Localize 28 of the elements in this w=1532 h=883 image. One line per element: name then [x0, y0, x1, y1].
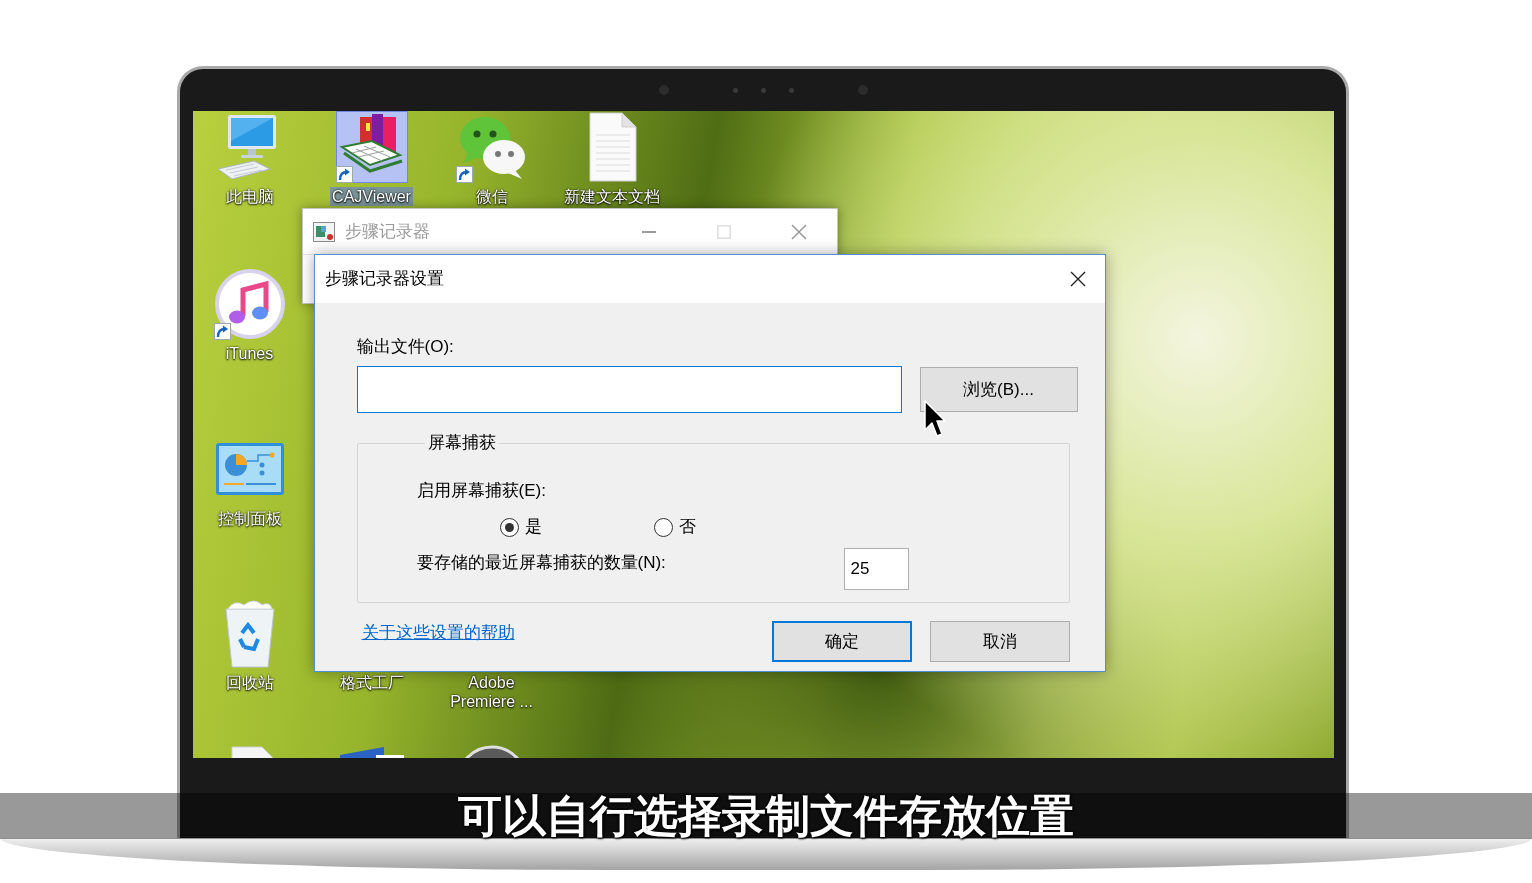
icon-label[interactable]: Adobe Premiere ... — [435, 673, 548, 711]
browse-button[interactable]: 浏览(B)... — [919, 367, 1078, 412]
count-field[interactable]: 25 — [843, 548, 909, 590]
icon-label[interactable]: 微信 — [473, 187, 510, 206]
icon-label[interactable]: 新建文本文档 — [561, 187, 662, 206]
option-label: 启用屏幕捕获(E): — [416, 480, 546, 502]
dialog-button[interactable]: 取消 — [929, 621, 1070, 662]
option-label: 要存储的最近屏幕捕获的数量(N): — [416, 553, 666, 572]
dialog-title: 步骤记录器设置 — [324, 268, 444, 291]
maximize-icon — [717, 224, 731, 239]
close-icon — [1069, 271, 1086, 287]
mouse-pointer-icon — [923, 400, 946, 438]
group-title: 屏幕捕获 — [426, 432, 497, 454]
output-file-field[interactable] — [356, 366, 902, 413]
books-icon[interactable] — [335, 111, 408, 183]
icon-label[interactable]: CAJViewer — [330, 187, 413, 206]
radio-option[interactable]: 否 — [653, 516, 696, 538]
icon-label[interactable]: 格式工厂 — [337, 673, 406, 692]
window-title: 步骤记录器 — [344, 220, 430, 243]
field-label: 输出文件(O): — [356, 336, 454, 358]
radio-option[interactable]: 是 — [499, 516, 542, 538]
close-icon — [791, 223, 807, 240]
minimize-icon — [642, 230, 656, 233]
music-note-icon[interactable] — [213, 268, 286, 340]
subtitle: 可以自行选择录制文件存放位置 — [458, 793, 1074, 839]
dialog-button[interactable]: 确定 — [771, 621, 912, 662]
help-link[interactable]: 关于这些设置的帮助 — [361, 622, 515, 644]
app-icon — [312, 221, 335, 242]
